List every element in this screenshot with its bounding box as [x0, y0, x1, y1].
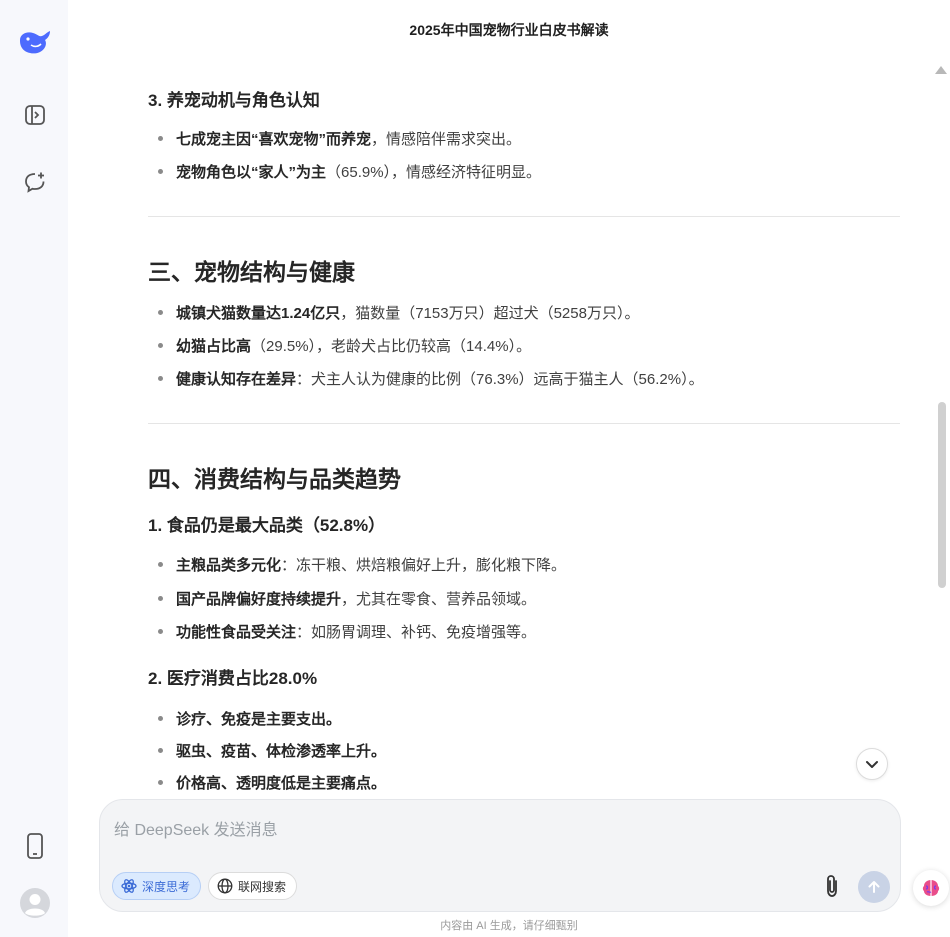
message-input[interactable]: 给 DeepSeek 发送消息: [114, 816, 278, 840]
scroll-up-arrow-icon[interactable]: [935, 66, 947, 74]
chevron-down-icon: [866, 761, 878, 768]
section-heading: 1. 食品仍是最大品类（52.8%）: [148, 516, 386, 535]
deepseek-logo-icon[interactable]: [15, 22, 55, 62]
atom-icon: [121, 879, 137, 893]
part-heading: 四、消费结构与品类趋势: [148, 466, 401, 492]
sidebar: [0, 0, 68, 937]
divider: [148, 216, 900, 217]
divider: [148, 423, 900, 424]
list-item: 主粮品类多元化：冻干粮、烘焙粮偏好上升，膨化粮下降。: [158, 554, 566, 575]
deep-think-label: 深度思考: [142, 879, 191, 894]
mobile-app-icon[interactable]: [15, 826, 55, 866]
list-item: 价格高、透明度低是主要痛点。: [158, 772, 386, 793]
list-item: 功能性食品受关注：如肠胃调理、补钙、免疫增强等。: [158, 621, 536, 642]
arrow-up-icon: [868, 881, 880, 893]
toggle-sidebar-icon[interactable]: [15, 95, 55, 135]
list-item: 幼猫占比高（29.5%），老龄犬占比仍较高（14.4%）。: [158, 335, 531, 356]
globe-icon: [217, 878, 233, 894]
scrollbar-thumb[interactable]: [938, 402, 946, 588]
section-heading: 2. 医疗消费占比28.0%: [148, 669, 318, 688]
deep-think-toggle[interactable]: 深度思考: [112, 872, 202, 900]
scroll-to-bottom-button[interactable]: [856, 748, 888, 780]
list-item: 国产品牌偏好度持续提升，尤其在零食、营养品领域。: [158, 588, 536, 609]
message-composer: 给 DeepSeek 发送消息 深度思考 联网搜索: [99, 799, 901, 912]
send-button[interactable]: [858, 871, 890, 903]
web-search-toggle[interactable]: 联网搜索: [208, 872, 298, 900]
conversation-title: 2025年中国宠物行业白皮书解读: [409, 22, 609, 38]
list-item: 健康认知存在差异：犬主人认为健康的比例（76.3%）远高于猫主人（56.2%）。: [158, 368, 704, 389]
part-heading: 三、宠物结构与健康: [148, 259, 355, 285]
paperclip-icon: [827, 875, 837, 897]
list-item: 驱虫、疫苗、体检渗透率上升。: [158, 740, 386, 761]
list-item: 七成宠主因“喜欢宠物”而养宠，情感陪伴需求突出。: [158, 128, 521, 149]
web-search-label: 联网搜索: [238, 879, 287, 894]
floating-assistant-button[interactable]: [913, 870, 949, 906]
list-item: 城镇犬猫数量达1.24亿只，猫数量（7153万只）超过犬（5258万只）。: [158, 302, 639, 323]
list-item: 诊疗、免疫是主要支出。: [158, 708, 341, 729]
attach-file-button[interactable]: [820, 874, 844, 898]
ai-disclaimer: 内容由 AI 生成，请仔细甄别: [440, 920, 578, 932]
list-item: 宠物角色以“家人”为主（65.9%），情感经济特征明显。: [158, 161, 541, 182]
section-heading: 3. 养宠动机与角色认知: [148, 91, 320, 110]
brain-icon: [922, 880, 940, 896]
user-avatar[interactable]: [15, 883, 55, 923]
new-chat-icon[interactable]: [15, 162, 55, 202]
